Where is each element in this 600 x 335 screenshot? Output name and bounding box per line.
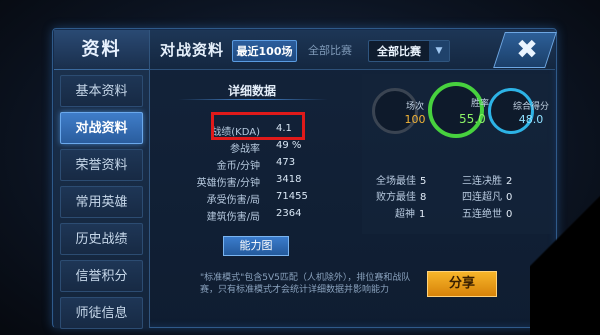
score-value: 48.0 [518,113,544,126]
close-button[interactable]: ✖ [493,32,557,68]
match-type-dropdown[interactable]: 全部比赛 ▼ [368,40,450,62]
best-value: 0 [506,192,513,203]
sidebar-item-mentor-info[interactable]: 师徒信息 [60,297,143,329]
best-legendary: 超神 1 [395,205,425,220]
best-value: 5 [420,176,427,187]
chevron-down-icon: ▼ [429,41,449,61]
best-label: 超神 [395,209,415,220]
tab-recent-100[interactable]: 最近100场 [232,40,297,62]
sidebar-item-basic-info[interactable]: 基本资料 [60,75,143,107]
stat-label: 承受伤害/局 [206,195,260,206]
best-value: 1 [419,209,426,220]
stat-label: 英雄伤害/分钟 [196,178,260,189]
close-icon: ✖ [516,35,538,65]
best-label: 全场最佳 [376,176,416,187]
matches-circle: 场次 100 [372,88,426,134]
stat-label: 建筑伤害/局 [206,212,260,223]
best-label: 败方最佳 [376,192,416,203]
kda-highlight-box [211,112,305,140]
best-value: 8 [420,192,427,203]
stat-value: 2364 [276,208,302,219]
stat-label: 金币/分钟 [216,161,260,172]
stat-value: 3418 [276,174,302,185]
best-triple-kill: 三连决胜 2 [462,172,512,187]
sidebar-item-match-history[interactable]: 历史战绩 [60,223,143,255]
best-value: 2 [506,176,513,187]
best-penta-kill: 五连绝世 0 [462,205,512,220]
stat-value: 473 [276,157,296,168]
screen-edge-shadow [530,150,600,335]
detail-divider [178,99,328,100]
ability-chart-button[interactable]: 能力图 [223,236,289,256]
stat-value: 71455 [276,191,308,202]
detail-title: 详细数据 [228,84,277,98]
best-quadra-kill: 四连超凡 0 [462,188,512,203]
share-button[interactable]: 分享 [427,271,497,297]
best-label: 五连绝世 [462,209,502,220]
winrate-circle: 胜率 55.0 % [428,82,501,138]
score-label: 综合得分 [512,102,549,112]
best-losing-mvp: 败方最佳 8 [376,188,426,203]
page-title: 对战资料 [160,41,225,59]
stat-label: 参战率 [230,144,260,155]
sidebar-title: 资料 [54,30,149,70]
tab-all-matches[interactable]: 全部比赛 [300,40,360,62]
best-label: 三连决胜 [462,176,502,187]
header: 对战资料 最近100场 全部比赛 全部比赛 ▼ ✖ [150,30,557,70]
best-label: 四连超凡 [462,192,502,203]
best-mvp: 全场最佳 5 [376,172,426,187]
stat-value: 49 % [276,140,302,151]
sidebar-item-credit-score[interactable]: 信誉积分 [60,260,143,292]
best-value: 0 [506,209,513,220]
dropdown-selected: 全部比赛 [377,45,421,58]
score-circle: 综合得分 48.0 [488,88,549,134]
mode-note: "标准模式"包含5V5匹配（人机除外），排位赛和战队赛，只有标准模式才会统计详细… [200,273,411,295]
